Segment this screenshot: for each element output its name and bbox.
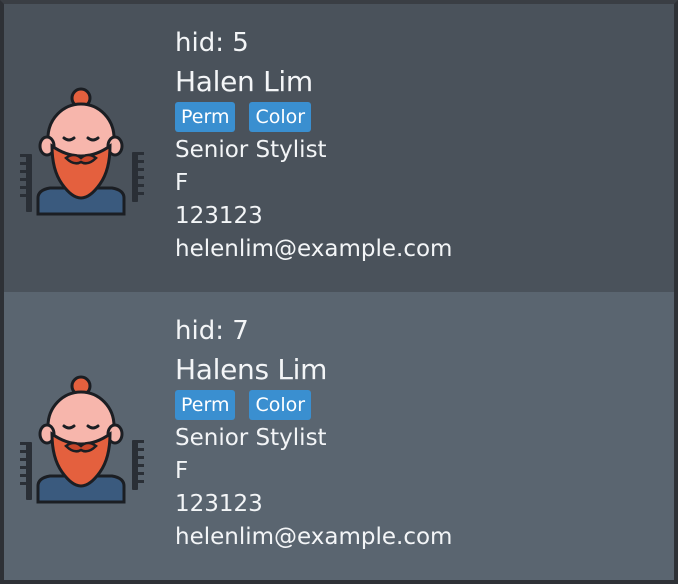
person-phone: 123123 <box>175 203 263 229</box>
person-name: Halens Lim <box>175 353 328 386</box>
hid-label: hid: 5 <box>175 28 249 58</box>
person-list: hid: 5 Halen Lim Perm Color Senior Styli… <box>4 4 674 580</box>
person-info: hid: 5 Halen Lim Perm Color Senior Styli… <box>175 26 452 266</box>
tag-list: Perm Color <box>175 388 452 422</box>
person-title: Senior Stylist <box>175 137 327 163</box>
tag-perm: Perm <box>175 102 236 132</box>
tag-color: Color <box>249 390 312 420</box>
tag-list: Perm Color <box>175 100 452 134</box>
tag-perm: Perm <box>175 390 236 420</box>
person-title: Senior Stylist <box>175 425 327 451</box>
person-gender: F <box>175 170 189 196</box>
tag-color: Color <box>249 102 312 132</box>
person-card[interactable]: hid: 5 Halen Lim Perm Color Senior Styli… <box>4 4 674 292</box>
person-email: helenlim@example.com <box>175 524 453 550</box>
person-info: hid: 7 Halens Lim Perm Color Senior Styl… <box>175 314 452 554</box>
bearded-man-avatar-icon <box>20 87 144 216</box>
person-gender: F <box>175 458 189 484</box>
person-card[interactable]: hid: 7 Halens Lim Perm Color Senior Styl… <box>4 292 674 580</box>
hid-label: hid: 7 <box>175 316 249 346</box>
person-email: helenlim@example.com <box>175 236 453 262</box>
person-name: Halen Lim <box>175 65 313 98</box>
bearded-man-avatar-icon <box>20 375 144 504</box>
person-phone: 123123 <box>175 491 263 517</box>
